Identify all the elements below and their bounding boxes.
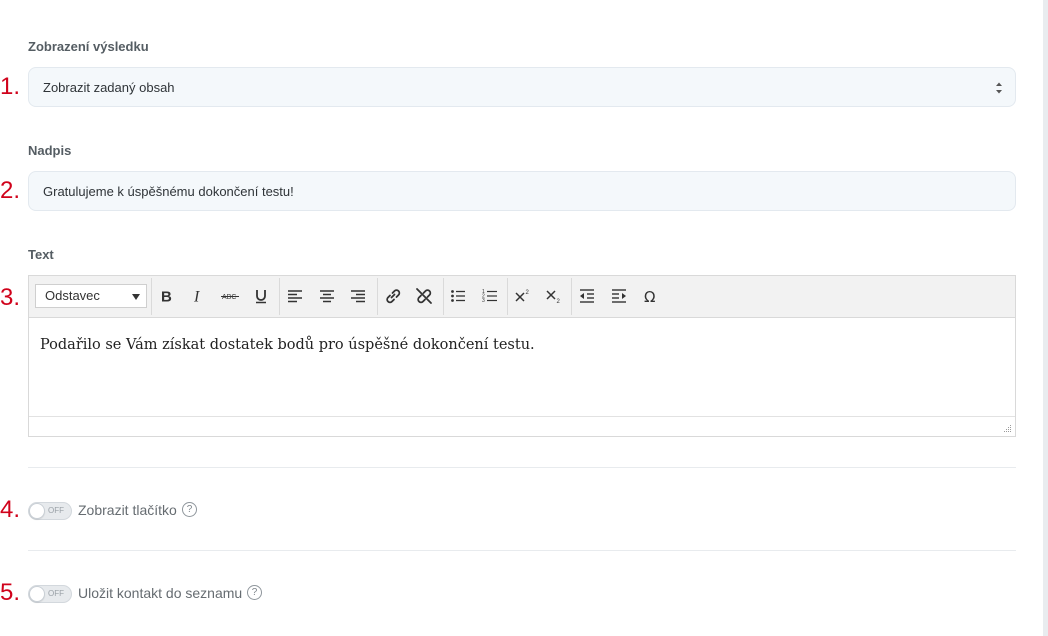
result-display-value: Zobrazit zadaný obsah — [43, 79, 175, 95]
section-divider — [28, 467, 1016, 468]
chevron-down-icon — [132, 294, 140, 300]
show-button-label: Zobrazit tlačítko — [78, 502, 177, 518]
toolbar-separator — [443, 278, 444, 315]
italic-button[interactable]: I — [185, 284, 211, 308]
step-marker-3: 3. — [0, 284, 21, 311]
omega-icon: Ω — [644, 288, 655, 304]
rich-text-editor: Odstavec B I ABC 1 2 3 2 2 Ω Podařilo se… — [28, 275, 1016, 437]
superscript-icon: 2 — [515, 290, 530, 302]
help-icon[interactable]: ? — [182, 502, 197, 517]
svg-text:Ω: Ω — [644, 288, 655, 304]
subscript-icon: 2 — [546, 290, 561, 304]
help-icon[interactable]: ? — [247, 585, 262, 600]
save-contact-toggle[interactable]: OFF — [28, 585, 72, 603]
editor-content-area[interactable]: Podařilo se Vám získat dostatek bodů pro… — [29, 318, 1015, 417]
align-right-button[interactable] — [345, 284, 371, 308]
toolbar-separator — [507, 278, 508, 315]
toggle-knob — [29, 503, 45, 519]
unlink-icon — [416, 288, 432, 304]
link-icon — [386, 289, 401, 304]
align-right-icon — [351, 290, 365, 303]
underline-button[interactable] — [248, 284, 274, 308]
heading-input-value: Gratulujeme k úspěšnému dokončení testu! — [43, 183, 294, 199]
show-button-toggle[interactable]: OFF — [28, 502, 72, 520]
align-left-button[interactable] — [282, 284, 308, 308]
bold-icon: B — [161, 289, 172, 305]
svg-text:3: 3 — [482, 298, 485, 304]
svg-text:ABC: ABC — [222, 294, 236, 301]
toolbar-separator — [377, 278, 378, 315]
section-divider — [28, 550, 1016, 551]
toolbar-separator — [571, 278, 572, 315]
toolbar-separator — [279, 278, 280, 315]
resize-grip-icon[interactable] — [1003, 424, 1012, 433]
editor-content: Podařilo se Vám získat dostatek bodů pro… — [40, 337, 535, 353]
editor-toolbar: Odstavec B I ABC 1 2 3 2 2 Ω — [29, 276, 1015, 318]
superscript-button[interactable]: 2 — [510, 284, 536, 308]
numbered-list-icon: 123 — [482, 289, 497, 304]
bold-button[interactable]: B — [153, 284, 179, 308]
subscript-button[interactable]: 2 — [541, 284, 567, 308]
svg-text:B: B — [161, 289, 172, 305]
special-character-button[interactable]: Ω — [638, 284, 664, 308]
svg-text:2: 2 — [526, 290, 530, 296]
svg-text:I: I — [193, 289, 200, 305]
block-format-select[interactable]: Odstavec — [35, 284, 147, 308]
align-left-icon — [288, 290, 302, 303]
italic-icon: I — [193, 289, 200, 305]
text-label: Text — [28, 247, 54, 262]
bullet-list-button[interactable] — [445, 284, 471, 308]
editor-statusbar — [29, 416, 1015, 436]
block-format-value: Odstavec — [45, 288, 100, 303]
step-marker-2: 2. — [0, 177, 21, 204]
unlink-button[interactable] — [411, 284, 437, 308]
underline-icon — [256, 290, 266, 304]
outdent-button[interactable] — [574, 284, 600, 308]
outdent-icon — [580, 289, 594, 303]
bullet-list-icon — [451, 290, 465, 302]
result-display-label: Zobrazení výsledku — [28, 39, 149, 54]
result-display-select[interactable]: Zobrazit zadaný obsah — [28, 67, 1016, 107]
toolbar-separator — [151, 278, 152, 315]
link-button[interactable] — [380, 284, 406, 308]
heading-input[interactable]: Gratulujeme k úspěšnému dokončení testu! — [28, 171, 1016, 211]
indent-button[interactable] — [606, 284, 632, 308]
select-arrows-icon — [996, 82, 1002, 94]
align-center-icon — [320, 290, 334, 303]
page-scroll-gutter — [1043, 0, 1048, 636]
save-contact-label: Uložit kontakt do seznamu — [78, 585, 243, 601]
toggle-state: OFF — [48, 589, 64, 598]
step-marker-4: 4. — [0, 496, 21, 523]
numbered-list-button[interactable]: 123 — [477, 284, 503, 308]
strikethrough-icon: ABC — [221, 294, 239, 301]
strikethrough-button[interactable]: ABC — [217, 284, 243, 308]
step-marker-1: 1. — [0, 73, 21, 100]
align-center-button[interactable] — [314, 284, 340, 308]
form-page: 1. Zobrazení výsledku Zobrazit zadaný ob… — [0, 0, 1043, 636]
svg-text:2: 2 — [557, 299, 561, 304]
toggle-state: OFF — [48, 506, 64, 515]
indent-icon — [612, 289, 626, 303]
step-marker-5: 5. — [0, 579, 21, 606]
heading-label: Nadpis — [28, 143, 72, 158]
toggle-knob — [29, 586, 45, 602]
